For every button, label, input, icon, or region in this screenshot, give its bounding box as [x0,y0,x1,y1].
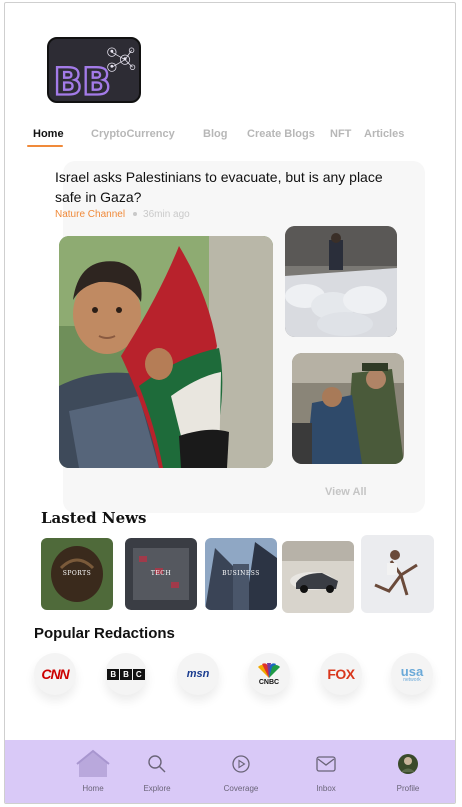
lasted-news-title: Lasted News [41,509,147,527]
cnbc-logo: CNBC [256,662,282,686]
outlet-cnn[interactable]: CNN [34,653,76,695]
outlet-usa[interactable]: usa network [391,653,433,695]
news-thumb-auto[interactable] [282,541,354,613]
thumb-caption: TECH [150,570,172,577]
usa-logo: usa network [400,664,424,683]
nav-profile[interactable]: Profile [378,748,438,800]
view-all-link[interactable]: View All [325,486,367,498]
lasted-news-carousel: SPORTS TECH BUSINESS [41,535,441,614]
nav-coverage-label: Coverage [223,784,259,793]
nav-home[interactable]: Home [63,748,123,800]
outlet-cnbc[interactable]: CNBC [248,653,290,695]
logo-graphic: BB [52,47,136,101]
news-thumb-sports[interactable]: SPORTS [41,538,113,610]
bottom-navigation: Home Explore Coverage Inbox Profile [5,740,455,803]
featured-secondary-image-1[interactable] [285,226,397,337]
nav-explore[interactable]: Explore [127,748,187,800]
article-time: 36min ago [143,209,190,220]
fox-logo: FOX [327,666,355,682]
nav-inbox-label: Inbox [316,784,336,793]
news-thumb-business[interactable]: BUSINESS [205,538,277,610]
news-thumb-fitness[interactable] [361,535,434,613]
search-icon [148,755,166,773]
outlet-bbc[interactable]: BBC [105,653,147,695]
separator-dot [133,211,138,216]
thumb-caption: SPORTS [62,570,92,577]
tab-blog[interactable]: Blog [203,123,227,149]
nav-inbox[interactable]: Inbox [296,748,356,800]
tab-articles[interactable]: Articles [364,123,404,149]
popular-redactions-title: Popular Redactions [34,625,175,642]
msn-logo: msn [186,668,210,680]
news-thumb-tech[interactable]: TECH [125,538,197,610]
nav-home-label: Home [82,784,104,793]
outlet-fox[interactable]: FOX [320,653,362,695]
cnn-logo: CNN [41,666,69,682]
logo-text: BB [54,59,111,101]
nav-profile-label: Profile [396,784,420,793]
nav-coverage[interactable]: Coverage [211,748,271,800]
play-circle-icon [232,755,250,773]
category-tabs: Home CryptoCurrency Blog Create Blogs NF… [27,123,447,151]
article-source[interactable]: Nature Channel [55,209,125,220]
featured-secondary-image-2[interactable] [292,353,404,464]
home-icon [76,749,110,777]
nav-explore-label: Explore [143,784,171,793]
app-logo[interactable]: BB [47,37,141,103]
redactions-list: CNN BBC msn CNBC FOX usa network [5,653,455,713]
featured-headline[interactable]: Israel asks Palestinians to evacuate, bu… [55,167,385,207]
avatar [398,754,418,774]
mail-icon [316,756,336,772]
featured-main-image[interactable] [59,236,273,468]
tab-cryptocurrency[interactable]: CryptoCurrency [91,123,175,149]
thumb-caption: BUSINESS [222,570,260,577]
article-meta: Nature Channel 36min ago [55,209,190,220]
outlet-msn[interactable]: msn [177,653,219,695]
peacock-icon [258,662,280,678]
bbc-logo: BBC [107,668,145,680]
active-tab-indicator [27,145,63,147]
tab-nft[interactable]: NFT [330,123,351,149]
app-screen: BB Home CryptoCurrency Blog Create Blogs… [4,2,456,804]
tab-create-blogs[interactable]: Create Blogs [247,123,315,149]
